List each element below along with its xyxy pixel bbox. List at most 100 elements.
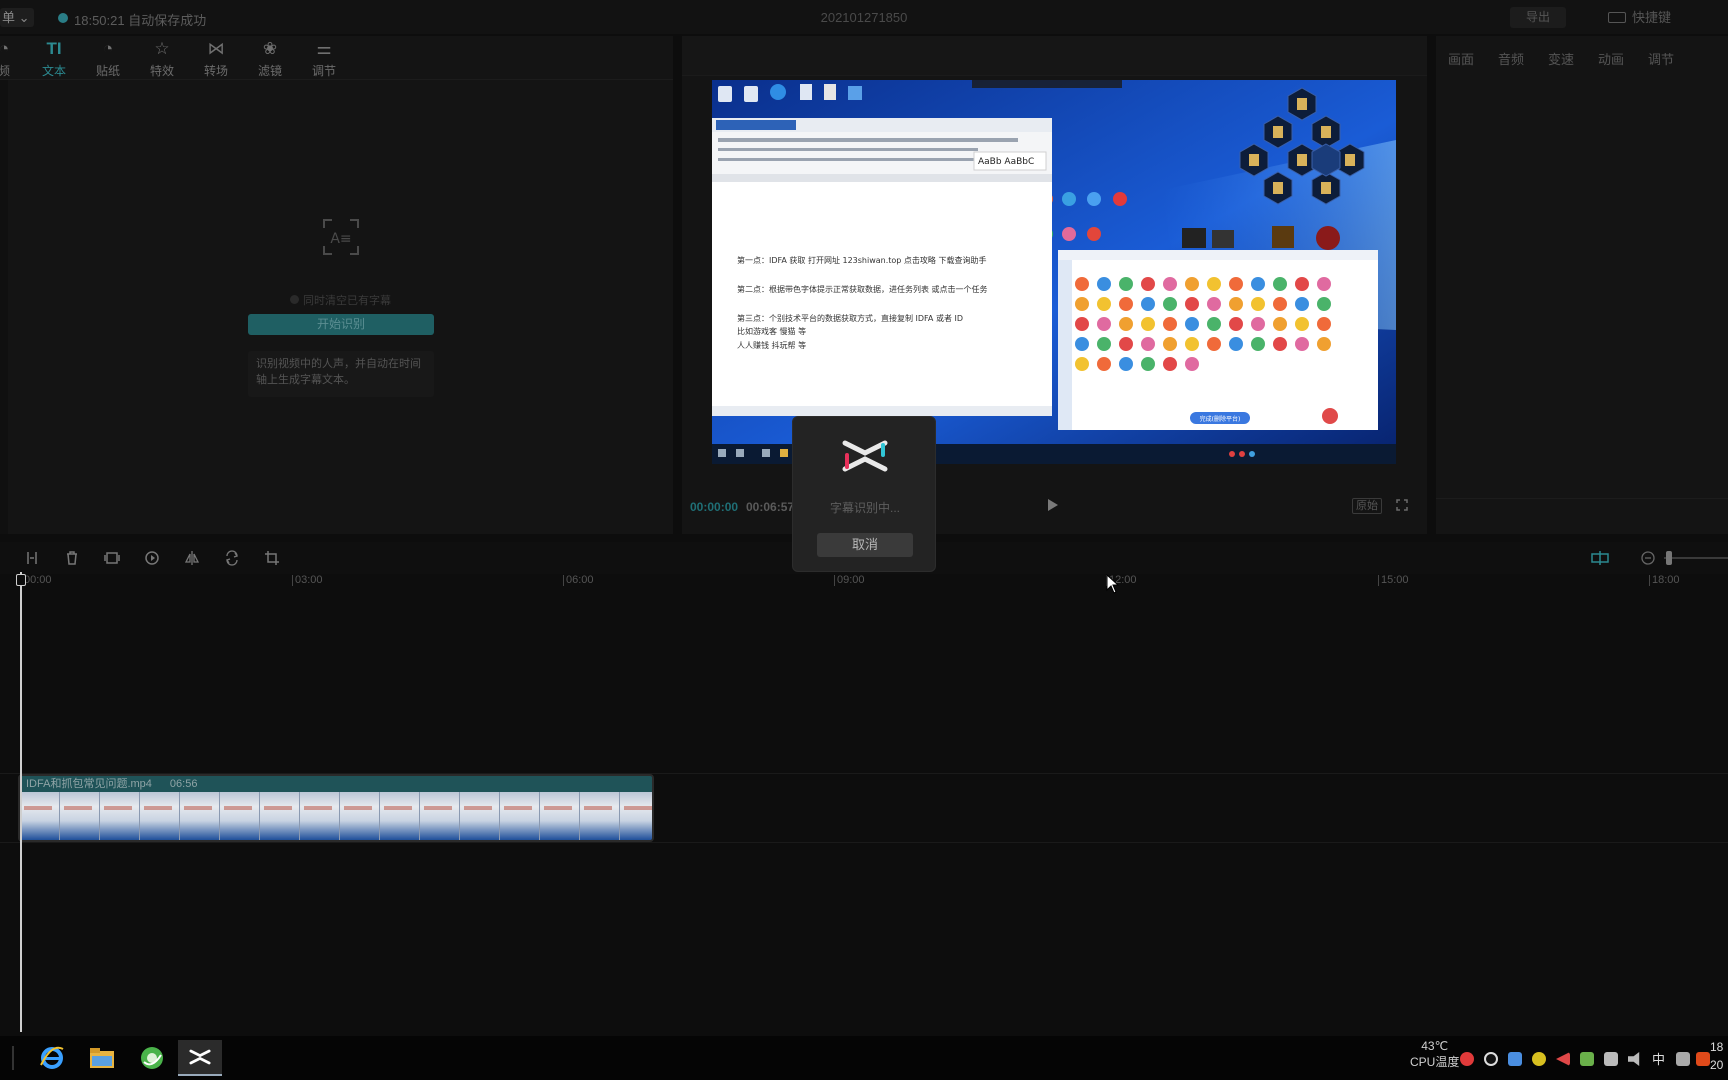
sticker-icon: ◔	[102, 39, 114, 58]
sogou-icon[interactable]	[1696, 1052, 1710, 1066]
tab-speed[interactable]: 变速	[1548, 49, 1574, 68]
emoji-thumbnail	[1163, 297, 1177, 311]
emoji-thumbnail	[1317, 297, 1331, 311]
emoji-thumbnail	[1317, 317, 1331, 331]
explorer-icon[interactable]	[80, 1040, 124, 1076]
ratio-button[interactable]: 原始	[1352, 498, 1382, 514]
tab-effects[interactable]: ☆ 特效	[140, 38, 184, 79]
tab-transition[interactable]: ⋈ 转场	[194, 38, 238, 79]
tab-text[interactable]: TI 文本	[32, 38, 76, 79]
tab-adjust[interactable]: ⚌ 调节	[302, 38, 346, 79]
zoom-slider-track[interactable]	[1664, 557, 1728, 559]
ie-icon[interactable]	[30, 1040, 74, 1076]
tab-label: 转场	[203, 64, 228, 78]
recognition-status: 字幕识别中...	[829, 501, 900, 515]
emoji-thumbnail	[1207, 337, 1221, 351]
play-icon[interactable]	[1047, 498, 1059, 512]
start-recognition-button[interactable]: 开始识别	[248, 314, 434, 335]
emoji-thumbnail	[1185, 317, 1199, 331]
tab-label: 特效	[149, 64, 174, 78]
export-button[interactable]: 导出	[1510, 7, 1566, 28]
emoji-thumbnail	[1119, 277, 1133, 291]
tab-filter[interactable]: ❀ 滤镜	[248, 38, 292, 79]
tab-audio[interactable]: ◔ 频	[0, 38, 26, 79]
keyboard-icon[interactable]	[1676, 1052, 1690, 1066]
text-icon: TI	[46, 39, 62, 58]
emoji-thumbnail	[1273, 297, 1287, 311]
delete-icon[interactable]	[64, 550, 80, 566]
network-icon[interactable]	[1604, 1052, 1618, 1066]
clock-time: 18	[1710, 1040, 1724, 1054]
tray-app-icon[interactable]	[1508, 1052, 1522, 1066]
nvidia-icon[interactable]	[1580, 1052, 1594, 1066]
rotate-icon[interactable]	[224, 550, 240, 566]
capcut-icon[interactable]	[178, 1040, 222, 1076]
emoji-thumbnail	[1185, 297, 1199, 311]
emoji-thumbnail	[1251, 317, 1265, 331]
playhead[interactable]	[20, 572, 22, 1032]
playhead-handle[interactable]	[16, 574, 26, 586]
freeze-icon[interactable]	[104, 550, 120, 566]
clip-thumbnail	[460, 792, 500, 840]
ruler-tick: 18:00	[1649, 574, 1680, 586]
record-icon[interactable]	[1484, 1052, 1498, 1066]
browser-icon[interactable]	[130, 1040, 174, 1076]
clock[interactable]: 18 20	[1710, 1038, 1723, 1074]
title-bar: 单 ⌄ 18:50:21 自动保存成功 202101271850 导出 快捷键	[0, 0, 1728, 34]
emoji-thumbnail	[1075, 357, 1089, 371]
tray-app-icon[interactable]	[1460, 1052, 1474, 1066]
emoji-thumbnail	[1097, 357, 1111, 371]
volume-icon[interactable]	[1628, 1052, 1640, 1066]
recognition-dialog: 字幕识别中... 取消	[792, 416, 936, 572]
megaphone-icon[interactable]	[1556, 1052, 1570, 1066]
project-name: 202101271850	[820, 10, 908, 25]
emoji-thumbnail	[1207, 277, 1221, 291]
left-tab-bar: ◔ 频 TI 文本 ◔ 贴纸 ☆ 特效 ⋈ 转场 ❀ 滤镜 ⚌ 调节	[0, 36, 673, 80]
cancel-button[interactable]: 取消	[817, 533, 913, 557]
clip-thumbnails	[20, 792, 652, 840]
mirror-icon[interactable]	[184, 550, 200, 566]
timeline-ruler[interactable]: 00:00 03:00 06:00 09:00 12:00 15:00 18:0…	[0, 574, 1728, 588]
checkbox-icon	[290, 295, 299, 304]
ruler-tick: 06:00	[563, 574, 594, 586]
emoji-thumbnail	[1075, 277, 1089, 291]
checkbox-label: 同时清空已有字幕	[303, 295, 391, 307]
emoji-thumbnail	[1141, 357, 1155, 371]
ruler-tick: 09:00	[834, 574, 865, 586]
video-doc-line: 第一点：IDFA 获取 打开网址 123shiwan.top 点击攻略 下载查询…	[737, 255, 986, 265]
split-icon[interactable]	[24, 550, 40, 566]
zoom-slider-handle[interactable]	[1666, 551, 1672, 565]
tray-app-icon[interactable]	[1532, 1052, 1546, 1066]
tab-audio-props[interactable]: 音频	[1498, 49, 1524, 68]
snap-icon[interactable]	[1590, 550, 1610, 566]
tab-canvas[interactable]: 画面	[1448, 49, 1474, 68]
crop-icon[interactable]	[264, 550, 280, 566]
video-clip[interactable]: IDFA和抓包常见问题.mp4 06:56	[18, 774, 654, 842]
clip-thumbnail	[420, 792, 460, 840]
tab-animation[interactable]: 动画	[1598, 49, 1624, 68]
shortcut-button[interactable]: 快捷键	[1608, 7, 1708, 28]
clip-thumbnail	[100, 792, 140, 840]
emoji-thumbnail	[1163, 357, 1177, 371]
emoji-thumbnail	[1229, 337, 1243, 351]
zoom-out-icon[interactable]	[1640, 550, 1656, 566]
reverse-icon[interactable]	[144, 550, 160, 566]
clip-name: IDFA和抓包常见问题.mp4	[26, 778, 152, 790]
ime-indicator[interactable]: 中	[1652, 1049, 1665, 1068]
emoji-thumbnail	[1141, 337, 1155, 351]
filter-icon: ❀	[262, 39, 278, 58]
emoji-thumbnail	[1251, 277, 1265, 291]
emoji-thumbnail	[1207, 297, 1221, 311]
fullscreen-icon[interactable]	[1396, 499, 1408, 511]
tab-label: 滤镜	[257, 64, 282, 78]
app-window: 单 ⌄ 18:50:21 自动保存成功 202101271850 导出 快捷键 …	[0, 0, 1728, 1080]
tab-adjust-props[interactable]: 调节	[1648, 49, 1674, 68]
emoji-thumbnail	[1295, 277, 1309, 291]
emoji-thumbnail	[1119, 297, 1133, 311]
video-preview[interactable]: AaBb AaBbC 第一点：IDFA 获取 打开网址 123shiwan.to…	[712, 80, 1396, 464]
emoji-thumbnail	[1075, 337, 1089, 351]
clear-existing-checkbox[interactable]: 同时清空已有字幕	[290, 292, 391, 308]
tab-sticker[interactable]: ◔ 贴纸	[86, 38, 130, 79]
taskbar-divider	[12, 1046, 14, 1070]
keyboard-icon	[1608, 12, 1626, 23]
